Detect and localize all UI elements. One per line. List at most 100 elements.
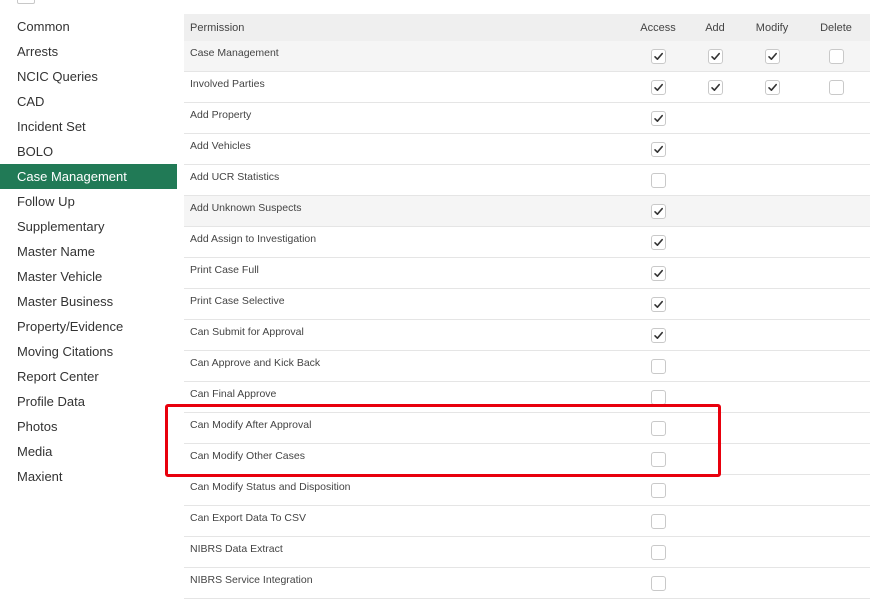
sidebar-item-profile-data[interactable]: Profile Data xyxy=(0,389,177,414)
sidebar-item-property-evidence[interactable]: Property/Evidence xyxy=(0,314,177,339)
access-checkbox[interactable] xyxy=(650,235,666,250)
add-cell xyxy=(688,474,742,506)
sidebar: Common Arrests NCIC Queries CAD Incident Set… xyxy=(0,14,177,489)
delete-cell xyxy=(802,536,870,568)
access-checkbox[interactable] xyxy=(650,142,666,157)
sidebar-item-photos[interactable]: Photos xyxy=(0,414,177,439)
add-cell xyxy=(688,319,742,351)
permission-label: Add Unknown Suspects xyxy=(184,195,628,227)
sidebar-item-supplementary[interactable]: Supplementary xyxy=(0,214,177,239)
add-checkbox[interactable] xyxy=(707,80,723,95)
sidebar-item-incident-set[interactable]: Incident Set xyxy=(0,114,177,139)
add-cell xyxy=(688,257,742,289)
access-cell xyxy=(628,350,688,382)
table-row: Can Export Data To CSV xyxy=(184,505,870,537)
access-checkbox[interactable] xyxy=(650,545,666,560)
permission-label: Can Modify Other Cases xyxy=(184,443,628,475)
modify-cell xyxy=(742,443,802,475)
table-row: Case Management xyxy=(184,41,870,72)
modify-cell xyxy=(742,164,802,196)
permission-label: Case Management xyxy=(184,41,628,72)
access-checkbox[interactable] xyxy=(650,328,666,343)
table-row: Can Modify After Approval xyxy=(184,412,870,444)
sidebar-item-arrests[interactable]: Arrests xyxy=(0,39,177,64)
sidebar-item-cad[interactable]: CAD xyxy=(0,89,177,114)
partial-checkbox xyxy=(17,0,35,4)
sidebar-item-common[interactable]: Common xyxy=(0,14,177,39)
add-cell xyxy=(688,71,742,103)
access-checkbox[interactable] xyxy=(650,452,666,467)
sidebar-item-master-business[interactable]: Master Business xyxy=(0,289,177,314)
modify-cell xyxy=(742,226,802,258)
access-checkbox[interactable] xyxy=(650,111,666,126)
access-cell xyxy=(628,443,688,475)
access-cell xyxy=(628,319,688,351)
sidebar-item-follow-up[interactable]: Follow Up xyxy=(0,189,177,214)
header-access[interactable]: Access xyxy=(628,14,688,41)
modify-checkbox[interactable] xyxy=(764,49,780,64)
permission-label: Add UCR Statistics xyxy=(184,164,628,196)
sidebar-item-ncic-queries[interactable]: NCIC Queries xyxy=(0,64,177,89)
delete-checkbox[interactable] xyxy=(828,80,844,95)
add-cell xyxy=(688,102,742,134)
delete-cell xyxy=(802,474,870,506)
sidebar-item-report-center[interactable]: Report Center xyxy=(0,364,177,389)
add-cell xyxy=(688,164,742,196)
table-row: NIBRS Service Integration xyxy=(184,567,870,599)
modify-cell xyxy=(742,257,802,289)
add-checkbox[interactable] xyxy=(707,49,723,64)
access-checkbox[interactable] xyxy=(650,204,666,219)
delete-cell xyxy=(802,412,870,444)
modify-cell xyxy=(742,71,802,103)
table-row: NIBRS Data Extract xyxy=(184,536,870,568)
header-modify[interactable]: Modify xyxy=(742,14,802,41)
permission-label: Can Modify Status and Disposition xyxy=(184,474,628,506)
add-cell xyxy=(688,350,742,382)
delete-cell xyxy=(802,41,870,72)
access-cell xyxy=(628,381,688,413)
access-checkbox[interactable] xyxy=(650,514,666,529)
sidebar-item-master-vehicle[interactable]: Master Vehicle xyxy=(0,264,177,289)
table-row: Can Modify Status and Disposition xyxy=(184,474,870,506)
access-cell xyxy=(628,536,688,568)
add-cell xyxy=(688,288,742,320)
access-checkbox[interactable] xyxy=(650,483,666,498)
add-cell xyxy=(688,536,742,568)
modify-cell xyxy=(742,102,802,134)
access-checkbox[interactable] xyxy=(650,421,666,436)
modify-checkbox[interactable] xyxy=(764,80,780,95)
add-cell xyxy=(688,41,742,72)
delete-cell xyxy=(802,226,870,258)
header-delete[interactable]: Delete xyxy=(802,14,870,41)
add-cell xyxy=(688,412,742,444)
access-checkbox[interactable] xyxy=(650,359,666,374)
access-checkbox[interactable] xyxy=(650,266,666,281)
delete-cell xyxy=(802,505,870,537)
modify-cell xyxy=(742,133,802,165)
add-cell xyxy=(688,195,742,227)
access-checkbox[interactable] xyxy=(650,49,666,64)
header-permission[interactable]: Permission xyxy=(184,14,628,41)
delete-cell xyxy=(802,288,870,320)
table-row: Can Modify Other Cases xyxy=(184,443,870,475)
sidebar-item-master-name[interactable]: Master Name xyxy=(0,239,177,264)
access-checkbox[interactable] xyxy=(650,80,666,95)
delete-cell xyxy=(802,381,870,413)
table-header-row: Permission Access Add Modify Delete xyxy=(184,14,870,41)
access-checkbox[interactable] xyxy=(650,576,666,591)
add-cell xyxy=(688,505,742,537)
sidebar-item-maxient[interactable]: Maxient xyxy=(0,464,177,489)
header-add[interactable]: Add xyxy=(688,14,742,41)
sidebar-item-bolo[interactable]: BOLO xyxy=(0,139,177,164)
access-checkbox[interactable] xyxy=(650,390,666,405)
access-checkbox[interactable] xyxy=(650,173,666,188)
access-checkbox[interactable] xyxy=(650,297,666,312)
sidebar-item-moving-citations[interactable]: Moving Citations xyxy=(0,339,177,364)
delete-checkbox[interactable] xyxy=(828,49,844,64)
modify-cell xyxy=(742,412,802,444)
delete-cell xyxy=(802,443,870,475)
sidebar-item-media[interactable]: Media xyxy=(0,439,177,464)
sidebar-item-case-management[interactable]: Case Management xyxy=(0,164,177,189)
permission-label: NIBRS Data Extract xyxy=(184,536,628,568)
permission-label: Can Final Approve xyxy=(184,381,628,413)
